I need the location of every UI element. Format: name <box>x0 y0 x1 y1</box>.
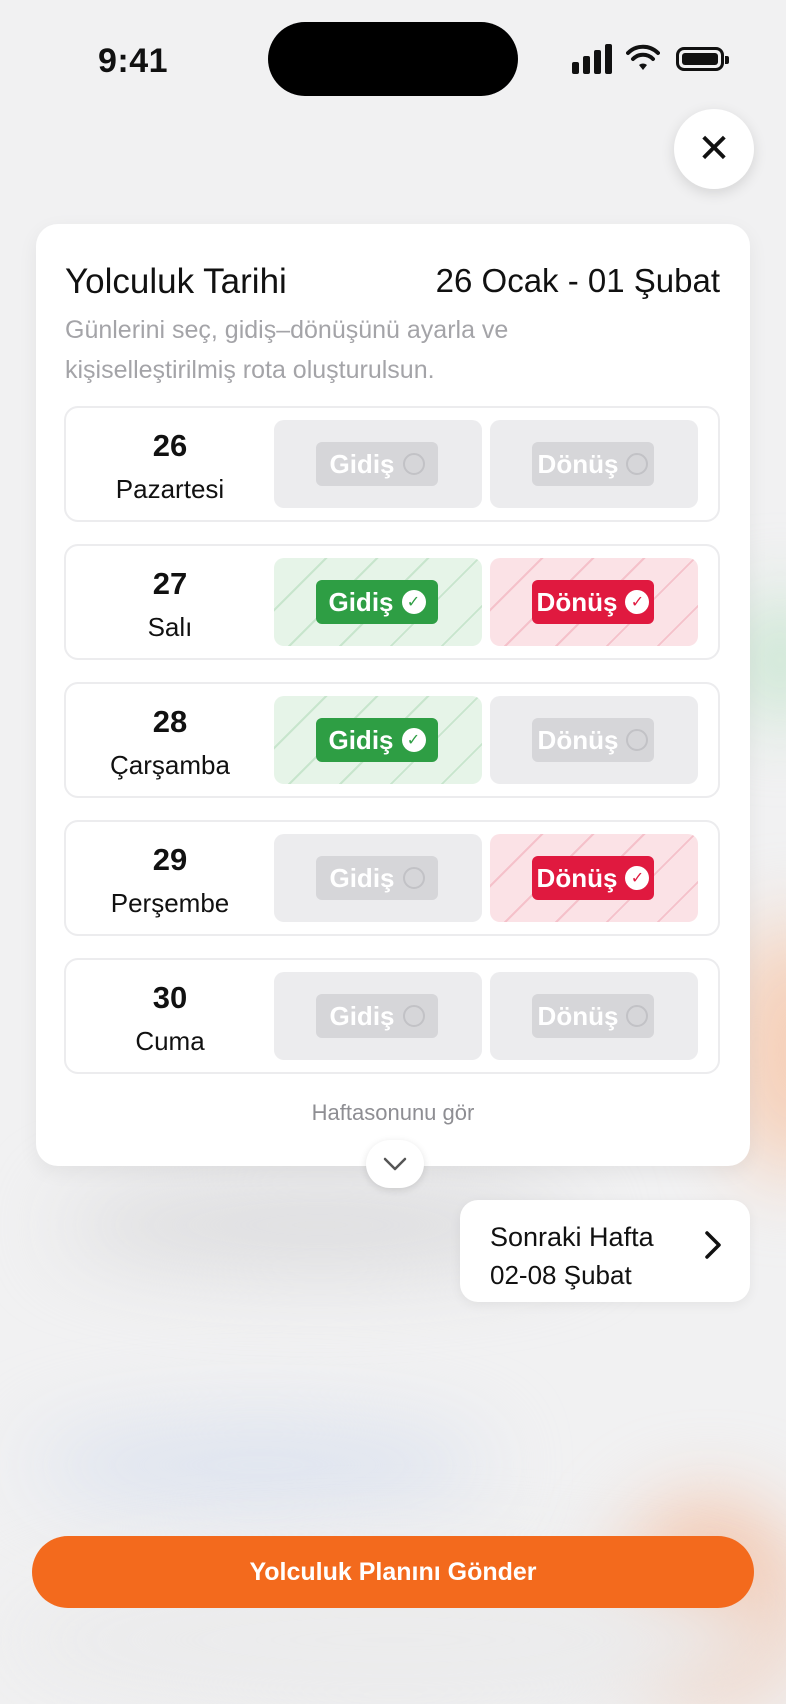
send-plan-button[interactable]: Yolculuk Planını Gönder <box>32 1536 754 1608</box>
status-time: 9:41 <box>98 42 169 80</box>
go-toggle[interactable]: Gidiş <box>274 558 482 646</box>
see-weekend-link[interactable]: Haftasonunu gör <box>36 1100 750 1126</box>
go-pill: Gidiş <box>316 442 438 486</box>
radio-circle-icon <box>402 1005 425 1027</box>
day-number: 28 <box>152 704 188 739</box>
day-label: 26 Pazartesi <box>66 408 274 520</box>
return-pill: Dönüş <box>532 442 654 486</box>
next-week-range: 02-08 Şubat <box>490 1260 632 1290</box>
status-bar: 9:41 <box>0 0 786 120</box>
close-icon: ✕ <box>697 127 731 171</box>
check-icon <box>625 590 650 614</box>
return-label: Dönüş <box>537 1000 619 1031</box>
radio-circle-icon <box>402 867 425 889</box>
return-toggle[interactable]: Dönüş <box>490 696 698 784</box>
day-number: 27 <box>152 566 188 601</box>
return-toggle[interactable]: Dönüş <box>490 972 698 1060</box>
go-label: Gidiş <box>328 724 394 755</box>
dynamic-island <box>268 22 518 96</box>
day-row: 27 Salı Gidiş Dönüş <box>64 544 720 660</box>
chevron-down-icon <box>383 1157 407 1171</box>
day-number: 29 <box>152 842 188 877</box>
return-pill: Dönüş <box>532 718 654 762</box>
radio-circle-icon <box>626 729 649 751</box>
go-toggle[interactable]: Gidiş <box>274 696 482 784</box>
day-number: 30 <box>152 980 188 1015</box>
day-name: Çarşamba <box>110 750 230 780</box>
day-label: 29 Perşembe <box>66 822 274 934</box>
day-label: 30 Cuma <box>66 960 274 1072</box>
return-label: Dönüş <box>536 862 618 893</box>
expand-weekend-button[interactable] <box>366 1140 424 1188</box>
return-label: Dönüş <box>537 724 619 755</box>
day-name: Salı <box>147 612 193 642</box>
day-name: Pazartesi <box>115 474 225 504</box>
go-toggle[interactable]: Gidiş <box>274 834 482 922</box>
go-label: Gidiş <box>329 862 395 893</box>
chevron-right-icon <box>704 1230 722 1269</box>
close-button[interactable]: ✕ <box>674 109 754 189</box>
check-icon <box>625 866 650 890</box>
return-pill: Dönüş <box>532 580 654 624</box>
radio-circle-icon <box>626 1005 649 1027</box>
go-pill: Gidiş <box>316 994 438 1038</box>
go-label: Gidiş <box>329 448 395 479</box>
day-row: 26 Pazartesi Gidiş Dönüş <box>64 406 720 522</box>
day-row: 30 Cuma Gidiş Dönüş <box>64 958 720 1074</box>
next-week-title: Sonraki Hafta <box>490 1222 654 1252</box>
go-pill: Gidiş <box>316 856 438 900</box>
return-toggle[interactable]: Dönüş <box>490 558 698 646</box>
card-title: Yolculuk Tarihi <box>65 262 287 301</box>
day-number: 26 <box>152 428 188 463</box>
day-label: 27 Salı <box>66 546 274 658</box>
signal-icon <box>572 44 614 74</box>
go-label: Gidiş <box>328 586 394 617</box>
card-description: Günlerini seç, gidiş–dönüşünü ayarla ve … <box>65 316 509 384</box>
go-toggle[interactable]: Gidiş <box>274 420 482 508</box>
radio-circle-icon <box>402 453 425 475</box>
day-label: 28 Çarşamba <box>66 684 274 796</box>
wifi-icon <box>626 44 660 78</box>
next-week-button[interactable]: Sonraki Hafta 02-08 Şubat <box>460 1200 750 1302</box>
return-pill: Dönüş <box>532 994 654 1038</box>
go-pill: Gidiş <box>316 718 438 762</box>
return-pill: Dönüş <box>532 856 654 900</box>
return-label: Dönüş <box>536 586 618 617</box>
radio-circle-icon <box>626 453 649 475</box>
return-toggle[interactable]: Dönüş <box>490 834 698 922</box>
return-label: Dönüş <box>537 448 619 479</box>
trip-date-card: Yolculuk Tarihi 26 Ocak - 01 Şubat Günle… <box>36 224 750 1188</box>
day-row: 28 Çarşamba Gidiş Dönüş <box>64 682 720 798</box>
day-name: Perşembe <box>110 888 230 918</box>
go-pill: Gidiş <box>316 580 438 624</box>
go-toggle[interactable]: Gidiş <box>274 972 482 1060</box>
date-range: 26 Ocak - 01 Şubat <box>435 262 720 299</box>
check-icon <box>401 590 426 614</box>
go-label: Gidiş <box>329 1000 395 1031</box>
check-icon <box>401 728 426 752</box>
battery-icon <box>676 47 729 71</box>
day-name: Cuma <box>135 1026 205 1056</box>
day-row: 29 Perşembe Gidiş Dönüş <box>64 820 720 936</box>
return-toggle[interactable]: Dönüş <box>490 420 698 508</box>
